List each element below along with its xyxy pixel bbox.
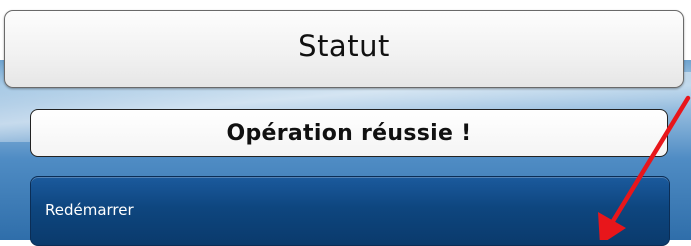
restart-button-label: Redémarrer <box>45 201 134 219</box>
restart-button[interactable]: Redémarrer <box>30 176 670 246</box>
status-message: Opération réussie ! <box>226 120 472 146</box>
page-title: Statut <box>298 29 390 63</box>
title-bar: Statut <box>4 10 684 88</box>
status-message-box: Opération réussie ! <box>30 109 668 157</box>
